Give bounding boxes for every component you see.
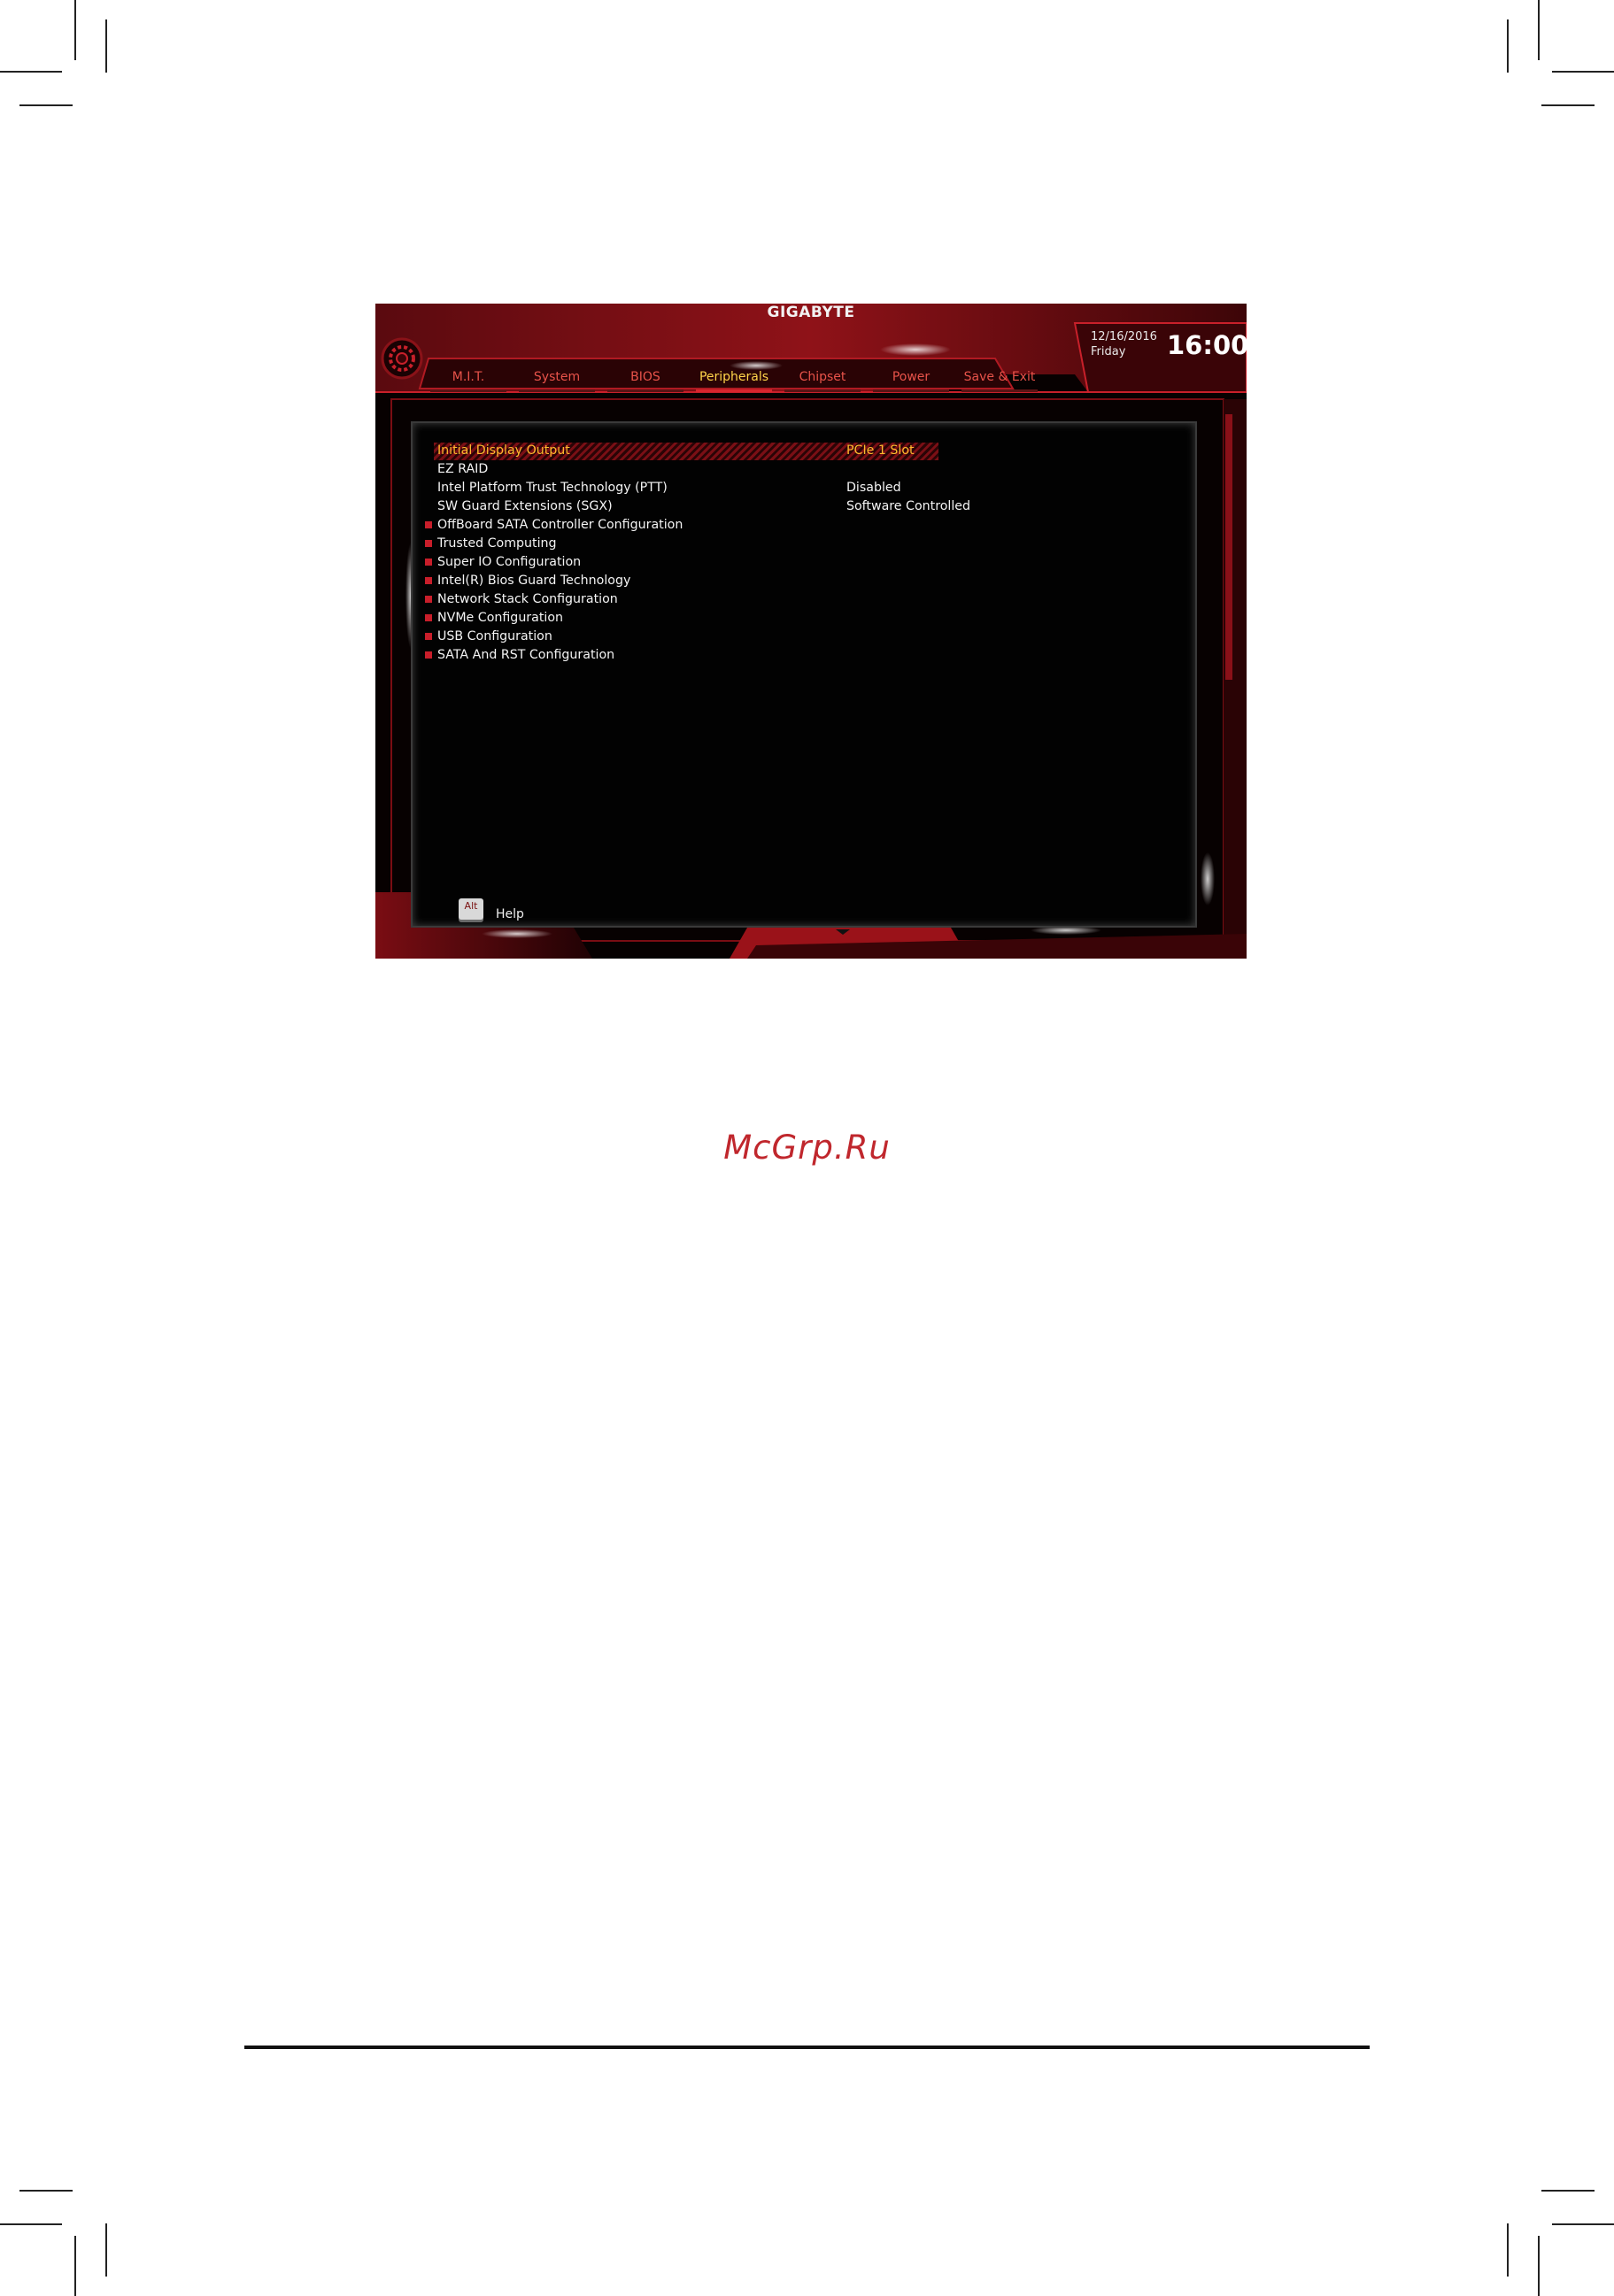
menu-item-label: Trusted Computing [437,536,557,551]
date-text: 12/16/2016 [1091,330,1157,343]
menu-item-label: USB Configuration [437,629,552,643]
submenu-bullet-icon [425,651,432,659]
menu-item-label: EZ RAID [437,462,489,476]
settings-panel: Initial Display Output PCIe 1 Slot EZ RA… [411,421,1197,928]
menu-item-label: Initial Display Output [437,443,570,458]
help-label[interactable]: Help [496,907,524,921]
menu-item-initial-display-output[interactable]: Initial Display Output PCIe 1 Slot [413,442,1195,460]
tab-label: BIOS [630,370,660,384]
submenu-bullet-icon [425,559,432,566]
tab-power[interactable]: Power [873,366,949,392]
submenu-trusted-computing[interactable]: Trusted Computing [413,535,1195,553]
menu-item-sgx[interactable]: SW Guard Extensions (SGX) Software Contr… [413,497,1195,516]
crop-mark [105,19,107,73]
submenu-nvme[interactable]: NVMe Configuration [413,609,1195,628]
clock-time: 16:00 [1167,330,1247,360]
tab-save-exit[interactable]: Save & Exit [961,366,1038,392]
crop-mark [105,2223,107,2277]
crop-mark [1507,19,1509,73]
tab-label: System [533,370,581,384]
menu-item-label: NVMe Configuration [437,611,564,625]
tab-label: M.I.T. [452,370,485,384]
crop-mark [1552,2223,1614,2225]
submenu-offboard-sata[interactable]: OffBoard SATA Controller Configuration [413,516,1195,535]
menu-item-label: OffBoard SATA Controller Configuration [437,518,683,532]
alt-key-icon[interactable]: Alt [459,898,483,920]
bios-screen: GIGABYTE M.I.T. System BIOS Peripherals … [375,304,1247,959]
menu-item-label: Intel Platform Trust Technology (PTT) [437,481,668,495]
menu-item-label: SATA And RST Configuration [437,648,615,662]
date-display: 12/16/2016 Friday [1091,329,1157,359]
tab-chipset[interactable]: Chipset [784,366,861,392]
tab-bios[interactable]: BIOS [607,366,683,392]
tab-label: Peripherals [699,370,769,384]
submenu-bios-guard[interactable]: Intel(R) Bios Guard Technology [413,572,1195,590]
menu-item-value[interactable]: PCIe 1 Slot [846,442,915,460]
menu-item-label: Super IO Configuration [437,555,582,569]
submenu-bullet-icon [425,540,432,547]
menu-item-label: Network Stack Configuration [437,592,618,606]
crop-mark [1538,2236,1540,2296]
day-text: Friday [1091,345,1126,358]
submenu-bullet-icon [425,577,432,584]
crop-mark [1538,0,1540,60]
tab-label: Power [892,370,931,384]
tab-label: Chipset [799,370,846,384]
gear-icon[interactable] [380,336,424,381]
watermark-text: McGrp.Ru [723,1129,891,1167]
menu-item-ez-raid[interactable]: EZ RAID [413,460,1195,479]
menu-item-label: Intel(R) Bios Guard Technology [437,574,631,588]
crop-mark [0,2223,62,2225]
crop-mark [1541,104,1595,106]
submenu-super-io[interactable]: Super IO Configuration [413,553,1195,572]
menu-item-ptt[interactable]: Intel Platform Trust Technology (PTT) Di… [413,479,1195,497]
crop-mark [1552,71,1614,73]
submenu-bullet-icon [425,521,432,528]
tab-mit[interactable]: M.I.T. [430,366,506,392]
crop-mark [0,71,62,73]
menu-item-value[interactable]: Software Controlled [846,497,970,516]
brand-logo: GIGABYTE [767,304,855,321]
crop-mark [74,0,76,60]
footer-divider [244,2046,1370,2049]
crop-mark [74,2236,76,2296]
crop-mark [1507,2223,1509,2277]
submenu-bullet-icon [425,633,432,640]
crop-mark [1541,2190,1595,2192]
menu-item-value[interactable]: Disabled [846,479,901,497]
tab-system[interactable]: System [519,366,595,392]
submenu-network-stack[interactable]: Network Stack Configuration [413,590,1195,609]
submenu-usb[interactable]: USB Configuration [413,628,1195,646]
crop-mark [19,104,73,106]
menu-item-label: SW Guard Extensions (SGX) [437,499,613,513]
tab-label: Save & Exit [963,370,1036,384]
submenu-sata-rst[interactable]: SATA And RST Configuration [413,646,1195,665]
submenu-bullet-icon [425,614,432,621]
crop-mark [19,2190,73,2192]
submenu-bullet-icon [425,596,432,603]
tab-peripherals[interactable]: Peripherals [696,366,772,392]
